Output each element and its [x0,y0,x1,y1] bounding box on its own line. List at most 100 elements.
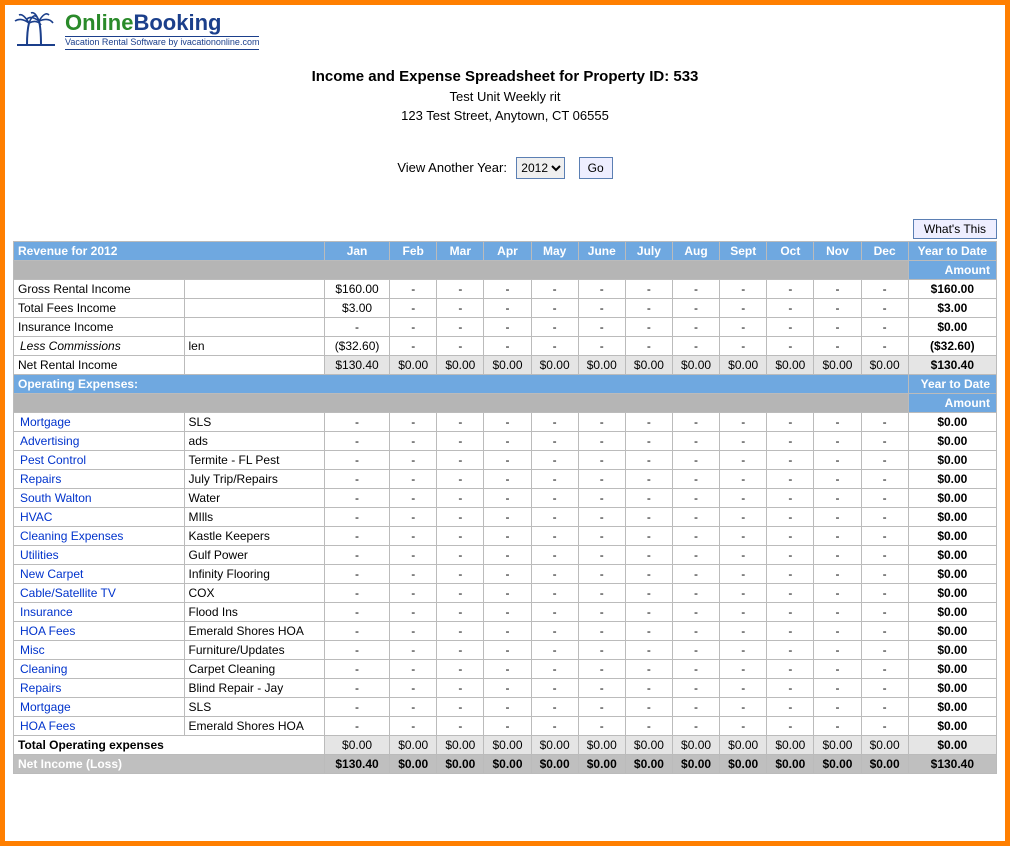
revenue-val: - [578,298,625,317]
opex-val: - [861,716,908,735]
opex-val: - [578,659,625,678]
opex-val: - [531,564,578,583]
net-income-row: Net Income (Loss)$130.40$0.00$0.00$0.00$… [14,754,997,773]
revenue-val: - [625,336,672,355]
revenue-val: - [390,298,437,317]
opex-name[interactable]: Repairs [14,469,185,488]
opex-val: - [861,412,908,431]
opex-val: - [720,716,767,735]
opex-val: - [814,564,861,583]
opex-name[interactable]: Pest Control [14,450,185,469]
opex-name[interactable]: Cable/Satellite TV [14,583,185,602]
month-header: Mar [437,241,484,260]
opex-name[interactable]: Advertising [14,431,185,450]
net-rental-val: $0.00 [484,355,531,374]
opex-val: - [390,716,437,735]
net-rental-row: Net Rental Income$130.40$0.00$0.00$0.00$… [14,355,997,374]
opex-val: - [672,545,719,564]
opex-name[interactable]: Mortgage [14,412,185,431]
revenue-val: - [484,279,531,298]
whats-this-button[interactable]: What's This [913,219,997,239]
go-button[interactable]: Go [579,157,613,179]
opex-name[interactable]: Repairs [14,678,185,697]
opex-val: - [720,488,767,507]
opex-name[interactable]: Misc [14,640,185,659]
revenue-val: - [861,279,908,298]
opex-val: - [390,678,437,697]
opex-name[interactable]: Cleaning Expenses [14,526,185,545]
opex-sub: Emerald Shores HOA [184,716,324,735]
opex-name[interactable]: HOA Fees [14,621,185,640]
revenue-val: - [767,298,814,317]
revenue-ytd: $160.00 [908,279,996,298]
ytd-header: Year to Date [908,241,996,260]
opex-val: - [484,659,531,678]
opex-val: - [625,488,672,507]
revenue-row: Total Fees Income$3.00-----------$3.00 [14,298,997,317]
opex-val: - [767,488,814,507]
revenue-val: - [578,336,625,355]
opex-val: - [484,716,531,735]
opex-name[interactable]: HOA Fees [14,716,185,735]
opex-val: - [814,526,861,545]
opex-val: - [437,469,484,488]
opex-val: - [578,526,625,545]
unit-address: 123 Test Street, Anytown, CT 06555 [13,108,997,123]
opex-val: - [861,602,908,621]
opex-name[interactable]: Utilities [14,545,185,564]
opex-name[interactable]: New Carpet [14,564,185,583]
opex-val: - [672,678,719,697]
opex-val: - [437,697,484,716]
opex-row: MortgageSLS------------$0.00 [14,412,997,431]
opex-val: - [578,716,625,735]
opex-val: - [531,545,578,564]
opex-val: - [484,678,531,697]
opex-val: - [324,488,389,507]
opex-val: - [484,431,531,450]
revenue-val: - [814,336,861,355]
opex-val: - [390,526,437,545]
opex-val: - [814,659,861,678]
month-header: Jan [324,241,389,260]
opex-val: - [861,640,908,659]
opex-name[interactable]: HVAC [14,507,185,526]
opex-val: - [531,716,578,735]
opex-val: - [390,450,437,469]
net-rental-val: $130.40 [324,355,389,374]
revenue-val: - [625,298,672,317]
opex-val: - [861,697,908,716]
opex-val: - [578,545,625,564]
opex-val: - [531,678,578,697]
opex-val: - [484,526,531,545]
revenue-val: - [672,298,719,317]
opex-name[interactable]: South Walton [14,488,185,507]
opex-sub: Blind Repair - Jay [184,678,324,697]
net-income-val: $0.00 [531,754,578,773]
opex-val: - [625,678,672,697]
year-select[interactable]: 2012 [516,157,565,179]
opex-name[interactable]: Insurance [14,602,185,621]
revenue-sub: len [184,336,324,355]
opex-val: - [531,507,578,526]
palm-tree-icon [13,11,59,47]
opex-val: - [814,602,861,621]
opex-val: - [324,431,389,450]
opex-name[interactable]: Mortgage [14,697,185,716]
opex-val: - [672,716,719,735]
opex-val: - [625,583,672,602]
opex-val: - [324,716,389,735]
revenue-ytd: $3.00 [908,298,996,317]
opex-ytd: $0.00 [908,697,996,716]
opex-val: - [437,602,484,621]
opex-sub: July Trip/Repairs [184,469,324,488]
opex-val: - [437,678,484,697]
opex-val: - [578,602,625,621]
revenue-val: - [720,317,767,336]
opex-val: - [814,507,861,526]
opex-val: - [531,659,578,678]
revenue-val: - [720,298,767,317]
month-header: Aug [672,241,719,260]
opex-name[interactable]: Cleaning [14,659,185,678]
opex-val: - [484,450,531,469]
opex-val: - [625,564,672,583]
